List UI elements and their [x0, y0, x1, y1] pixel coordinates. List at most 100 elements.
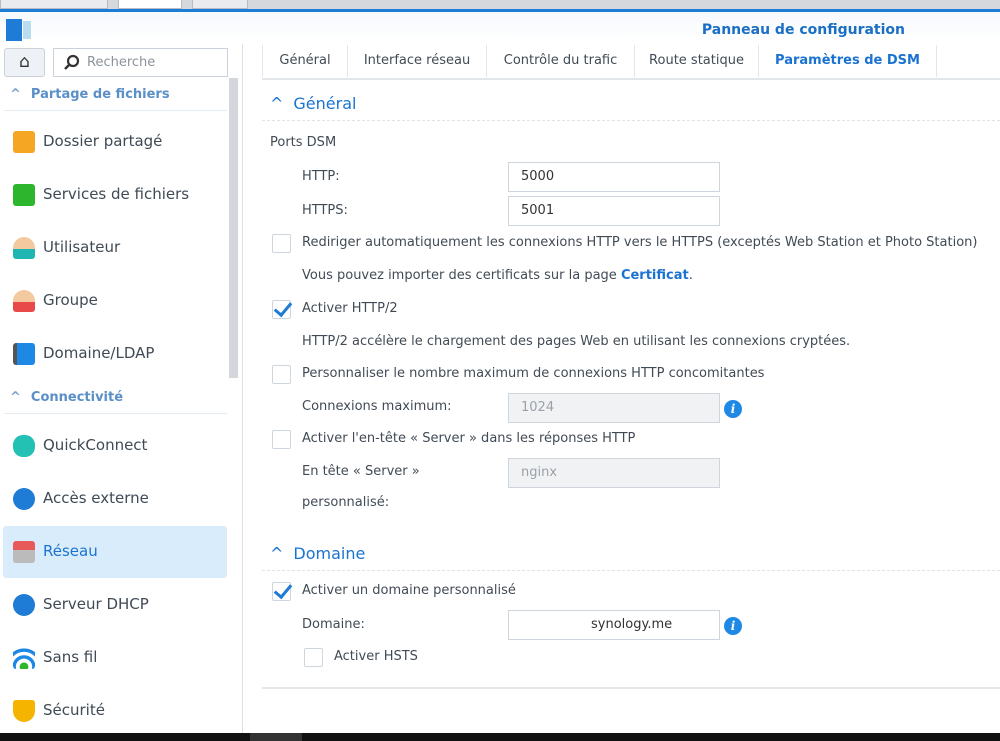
sidebar-item-user[interactable]: Utilisateur: [3, 222, 227, 274]
tab-bar: Général Interface réseau Contrôle du tra…: [262, 45, 1000, 80]
custom-domain-label[interactable]: Activer un domaine personnalisé: [302, 583, 516, 598]
domain-label: Domaine:: [302, 617, 365, 632]
https-port-input[interactable]: 5001: [508, 196, 720, 226]
chevron-up-icon: ^: [10, 390, 21, 405]
sidebar-item-label: Accès externe: [43, 489, 149, 507]
globe-icon: [13, 488, 35, 510]
server-header-input[interactable]: nginx: [508, 458, 720, 488]
chevron-up-icon: ^: [270, 544, 284, 563]
custom-domain-checkbox[interactable]: [272, 582, 291, 601]
server-header-check-label[interactable]: Activer l'en-tête « Server » dans les ré…: [302, 431, 635, 446]
search-input[interactable]: Recherche: [53, 48, 228, 77]
certificate-note-text: Vous pouvez importer des certificats sur…: [302, 268, 621, 283]
sidebar-item-label: Utilisateur: [43, 238, 121, 256]
search-icon: [64, 54, 80, 70]
home-button[interactable]: ⌂: [4, 48, 45, 77]
sidebar-item-label: Réseau: [43, 542, 98, 560]
sidebar-scrollbar[interactable]: [229, 78, 238, 378]
http2-description: HTTP/2 accélère le chargement des pages …: [302, 334, 851, 349]
category-connectivity[interactable]: ^ Connectivité: [10, 390, 123, 405]
sidebar-item-label: Sécurité: [43, 701, 105, 719]
max-connections-label: Connexions maximum:: [302, 399, 452, 414]
sidebar-item-domain-ldap[interactable]: Domaine/LDAP: [3, 328, 227, 380]
network-icon: [13, 541, 35, 563]
search-placeholder: Recherche: [87, 55, 156, 70]
sidebar-item-shared-folder[interactable]: Dossier partagé: [3, 116, 227, 168]
http-label: HTTP:: [302, 169, 340, 184]
sidebar-item-label: Serveur DHCP: [43, 595, 149, 613]
divider: [4, 413, 227, 414]
sidebar-item-file-services[interactable]: Services de fichiers: [3, 169, 227, 221]
wifi-icon: [13, 647, 35, 669]
category-label: Partage de fichiers: [30, 87, 170, 102]
info-icon[interactable]: i: [724, 617, 742, 635]
domain-input[interactable]: synology.me: [508, 610, 720, 640]
window-title: Panneau de configuration: [701, 22, 905, 38]
quickconnect-icon: [13, 435, 35, 457]
server-header-label-2: personnalisé:: [302, 495, 390, 510]
taskbar-app[interactable]: [192, 0, 248, 9]
sidebar-item-label: Sans fil: [43, 648, 98, 666]
tab-dsm-settings[interactable]: Paramètres de DSM: [759, 45, 937, 77]
screen-bottom-bar: [0, 733, 1000, 741]
tab-static-route[interactable]: Route statique: [635, 45, 759, 77]
taskbar-app[interactable]: [0, 0, 108, 9]
group-icon: [13, 290, 35, 312]
chevron-up-icon: ^: [270, 94, 284, 113]
tab-network-interface[interactable]: Interface réseau: [348, 45, 487, 77]
control-panel-icon: [6, 19, 32, 41]
dhcp-icon: [13, 594, 35, 616]
redirect-https-label[interactable]: Rediriger automatiquement les connexions…: [302, 235, 977, 250]
sidebar-item-label: Services de fichiers: [43, 185, 190, 203]
user-icon: [13, 237, 35, 259]
sidebar-item-label: Dossier partagé: [43, 132, 163, 150]
sidebar-item-label: Groupe: [43, 291, 98, 309]
tab-traffic-control[interactable]: Contrôle du trafic: [487, 45, 635, 77]
section-general-header[interactable]: ^ Général: [270, 94, 356, 113]
window-header: Panneau de configuration: [0, 12, 1000, 44]
server-header-label: En tête « Server »: [302, 464, 420, 479]
certificate-note: Vous pouvez importer des certificats sur…: [302, 268, 693, 283]
section-title: Général: [293, 94, 357, 113]
certificate-note-end: .: [688, 268, 693, 283]
divider: [262, 687, 1000, 689]
certificate-link[interactable]: Certificat: [621, 268, 689, 283]
http-port-input[interactable]: 5000: [508, 162, 720, 192]
sidebar-item-external-access[interactable]: Accès externe: [3, 473, 227, 525]
max-connections-checkbox[interactable]: [272, 365, 291, 384]
hsts-label[interactable]: Activer HSTS: [334, 649, 418, 664]
sidebar-item-label: QuickConnect: [43, 436, 148, 454]
sidebar-item-security[interactable]: Sécurité: [3, 685, 227, 737]
category-label: Connectivité: [30, 390, 124, 405]
domain-ldap-icon: [13, 343, 35, 365]
max-connections-check-label[interactable]: Personnaliser le nombre maximum de conne…: [302, 366, 764, 381]
sidebar-item-quickconnect[interactable]: QuickConnect: [3, 420, 227, 472]
server-header-checkbox[interactable]: [272, 430, 291, 449]
tab-general[interactable]: Général: [262, 45, 348, 77]
enable-http2-label[interactable]: Activer HTTP/2: [302, 301, 398, 316]
shared-folder-icon: [13, 131, 35, 153]
section-title: Domaine: [293, 544, 366, 563]
section-domain-header[interactable]: ^ Domaine: [270, 544, 365, 563]
sidebar-item-network[interactable]: Réseau: [3, 526, 227, 578]
sidebar-item-dhcp-server[interactable]: Serveur DHCP: [3, 579, 227, 631]
taskbar-app-active[interactable]: [118, 0, 182, 9]
category-file-sharing[interactable]: ^ Partage de fichiers: [10, 87, 170, 102]
divider: [4, 110, 227, 111]
max-connections-input[interactable]: 1024: [508, 393, 720, 423]
sidebar-item-group[interactable]: Groupe: [3, 275, 227, 327]
redirect-https-checkbox[interactable]: [272, 234, 291, 253]
ports-dsm-label: Ports DSM: [270, 135, 337, 150]
divider: [262, 570, 1000, 571]
file-services-icon: [13, 184, 35, 206]
divider: [262, 120, 1000, 121]
https-label: HTTPS:: [302, 203, 348, 218]
sidebar-item-wireless[interactable]: Sans fil: [3, 632, 227, 684]
chevron-up-icon: ^: [10, 87, 21, 102]
home-icon: ⌂: [19, 52, 30, 72]
info-icon[interactable]: i: [724, 400, 742, 418]
sidebar-item-label: Domaine/LDAP: [43, 344, 155, 362]
enable-http2-checkbox[interactable]: [272, 300, 291, 319]
shield-icon: [13, 700, 35, 722]
hsts-checkbox[interactable]: [304, 648, 323, 667]
